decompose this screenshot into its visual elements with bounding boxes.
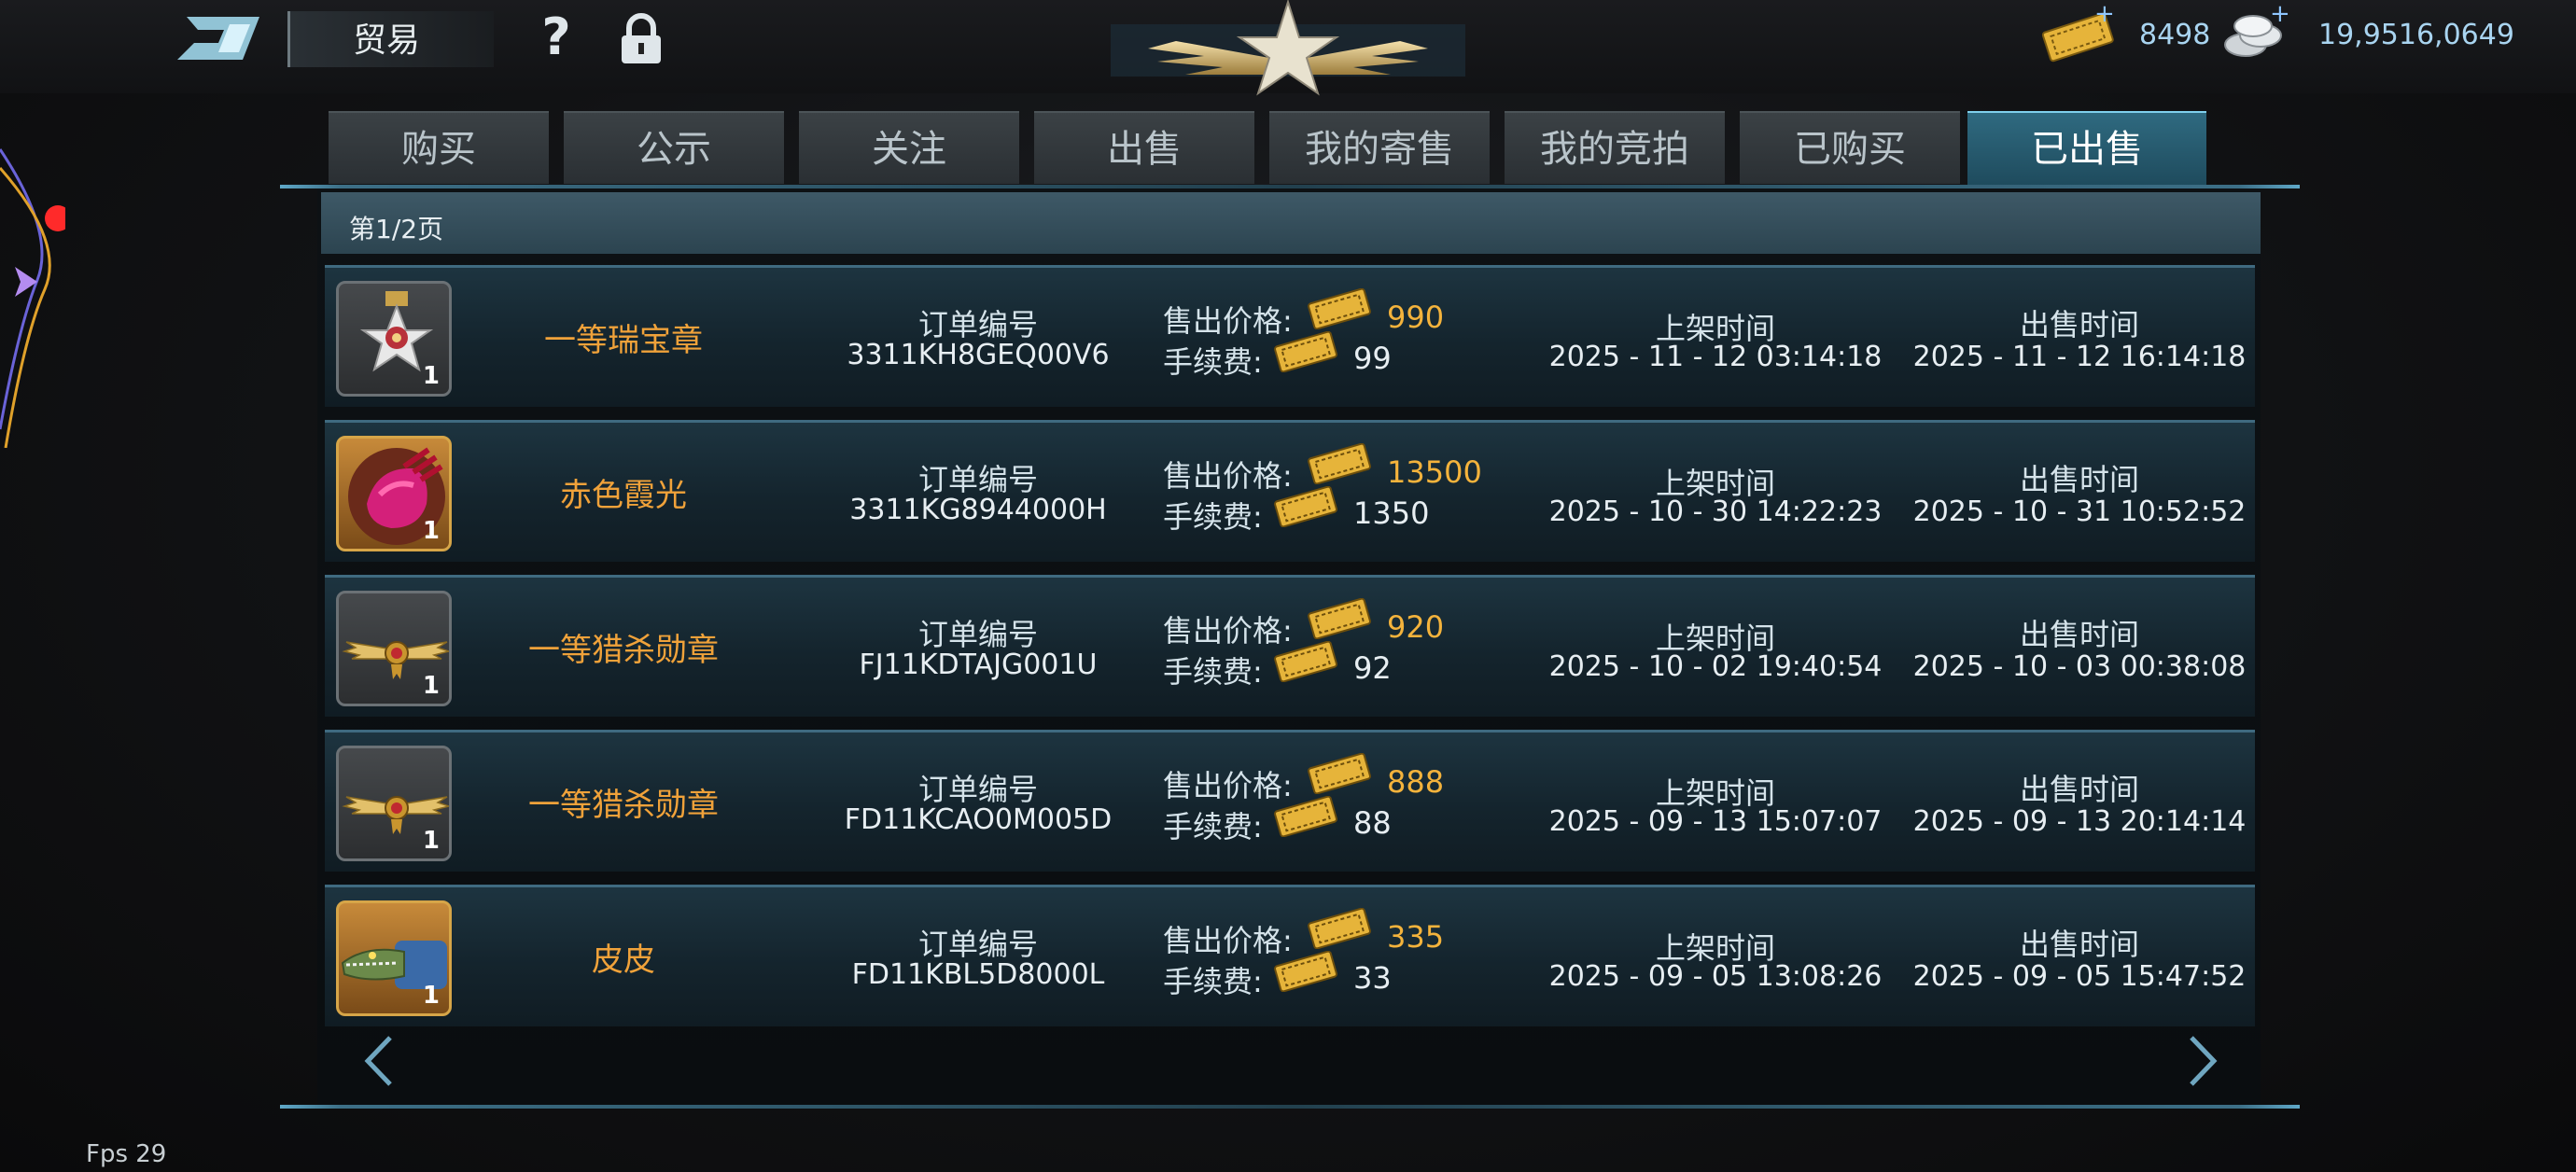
sold-time-label: 出售时间 [2019, 772, 2139, 807]
price-ticket-icon [1308, 753, 1371, 794]
fps-counter: Fps 29 [86, 1140, 167, 1168]
fee-label: 手续费: [1163, 654, 1263, 690]
logo-icon[interactable] [177, 11, 265, 65]
panel-frame-bottom [280, 1105, 2300, 1109]
sale-price: 335 [1387, 919, 1445, 955]
sale-price: 990 [1387, 300, 1445, 335]
sold-time: 2025 - 10 - 31 10:52:52 [1912, 495, 2247, 528]
item-slot[interactable]: 1 [336, 746, 452, 861]
sold-time: 2025 - 11 - 12 16:14:18 [1912, 341, 2247, 373]
sold-time-label: 出售时间 [2019, 462, 2139, 497]
fee-ticket-icon [1274, 951, 1337, 992]
help-icon[interactable]: ? [528, 9, 584, 65]
page-title: 贸易 [353, 21, 421, 60]
next-page-arrow-icon[interactable] [2184, 1032, 2221, 1090]
prev-page-arrow-icon[interactable] [360, 1032, 398, 1090]
item-quantity: 1 [422, 982, 440, 1010]
fee-ticket-icon [1274, 486, 1337, 527]
tab-7[interactable]: 已出售 [1967, 111, 2206, 188]
item-name: 赤色霞光 [560, 477, 687, 514]
sold-time: 2025 - 10 - 03 00:38:08 [1912, 650, 2247, 683]
sold-time-label: 出售时间 [2019, 307, 2139, 342]
table-row[interactable]: 1 赤色霞光 订单编号 3311KG8944000H 售出价格: 13500 手续费: 135… [325, 420, 2255, 562]
listed-time: 2025 - 10 - 30 14:22:23 [1548, 495, 1883, 528]
item-name: 一等瑞宝章 [544, 322, 703, 359]
price-ticket-icon [1308, 443, 1371, 484]
fee-label: 手续费: [1163, 499, 1263, 535]
order-number: 3311KG8944000H [849, 494, 1107, 526]
order-number: FD11KCAO0M005D [844, 803, 1113, 836]
price-ticket-icon [1308, 288, 1371, 329]
sale-price: 13500 [1387, 454, 1482, 490]
fee-amount: 88 [1353, 805, 1392, 841]
item-slot[interactable]: 1 [336, 281, 452, 397]
order-number: 3311KH8GEQ00V6 [847, 339, 1110, 371]
add-silver-button[interactable]: + [2270, 0, 2290, 28]
add-gold-button[interactable]: + [2094, 0, 2115, 28]
sale-price: 920 [1387, 609, 1445, 645]
lock-icon[interactable] [616, 13, 666, 65]
tab-5[interactable]: 我的竞拍 [1505, 111, 1725, 184]
item-quantity: 1 [422, 827, 440, 855]
fee-amount: 1350 [1353, 495, 1430, 531]
fee-amount: 92 [1353, 650, 1392, 686]
fee-label: 手续费: [1163, 964, 1263, 999]
page-bar [321, 192, 2261, 254]
tab-0[interactable]: 购买 [329, 111, 549, 184]
sale-price: 888 [1387, 764, 1445, 800]
sold-time-label: 出售时间 [2019, 617, 2139, 652]
side-menu-handle[interactable] [0, 131, 65, 448]
tab-2[interactable]: 关注 [799, 111, 1019, 184]
order-number: FD11KBL5D8000L [851, 958, 1105, 991]
tab-6[interactable]: 已购买 [1740, 111, 1960, 184]
item-name: 一等猎杀勋章 [528, 787, 719, 824]
table-row[interactable]: 1 一等猎杀勋章 订单编号 FD11KCAO0M005D 售出价格: 888 手续费: 88 上… [325, 730, 2255, 872]
silver-amount: 19,9516,0649 [2318, 19, 2514, 51]
listed-time: 2025 - 10 - 02 19:40:54 [1548, 650, 1883, 683]
tab-1[interactable]: 公示 [564, 111, 784, 184]
fee-ticket-icon [1274, 331, 1337, 372]
fee-label: 手续费: [1163, 344, 1263, 380]
sold-time: 2025 - 09 - 05 15:47:52 [1912, 960, 2247, 993]
price-ticket-icon [1308, 908, 1371, 949]
order-number: FJ11KDTAJG001U [859, 649, 1098, 681]
listed-time: 2025 - 09 - 13 15:07:07 [1548, 805, 1883, 838]
item-slot[interactable]: 1 [336, 591, 452, 706]
item-slot[interactable]: 1 [336, 900, 452, 1016]
item-quantity: 1 [422, 517, 440, 545]
page-indicator: 第1/2页 [349, 214, 444, 244]
price-ticket-icon [1308, 598, 1371, 639]
item-quantity: 1 [422, 672, 440, 700]
fee-ticket-icon [1274, 641, 1337, 682]
table-row[interactable]: 1 皮皮 订单编号 FD11KBL5D8000L 售出价格: 335 手续费: 33 上架时间 2… [325, 885, 2255, 1026]
fee-amount: 99 [1353, 341, 1392, 376]
item-slot[interactable]: 1 [336, 436, 452, 551]
panel-frame-top [280, 185, 2300, 188]
sold-time: 2025 - 09 - 13 20:14:14 [1912, 805, 2247, 838]
table-row[interactable]: 1 一等猎杀勋章 订单编号 FJ11KDTAJG001U 售出价格: 920 手续费: 92 上… [325, 575, 2255, 717]
item-quantity: 1 [422, 362, 440, 390]
gold-amount: 8498 [2139, 19, 2211, 51]
tab-4[interactable]: 我的寄售 [1269, 111, 1490, 184]
item-name: 皮皮 [592, 942, 655, 979]
fee-ticket-icon [1274, 796, 1337, 837]
listed-time: 2025 - 09 - 05 13:08:26 [1548, 960, 1883, 993]
emblem-icon [1111, 0, 1465, 96]
table-row[interactable]: 1 一等瑞宝章 订单编号 3311KH8GEQ00V6 售出价格: 990 手续费: 99 上架… [325, 265, 2255, 407]
fee-amount: 33 [1353, 960, 1392, 996]
tab-3[interactable]: 出售 [1034, 111, 1254, 184]
sold-time-label: 出售时间 [2019, 927, 2139, 962]
listed-time: 2025 - 11 - 12 03:14:18 [1548, 341, 1883, 373]
fee-label: 手续费: [1163, 809, 1263, 844]
item-name: 一等猎杀勋章 [528, 632, 719, 669]
